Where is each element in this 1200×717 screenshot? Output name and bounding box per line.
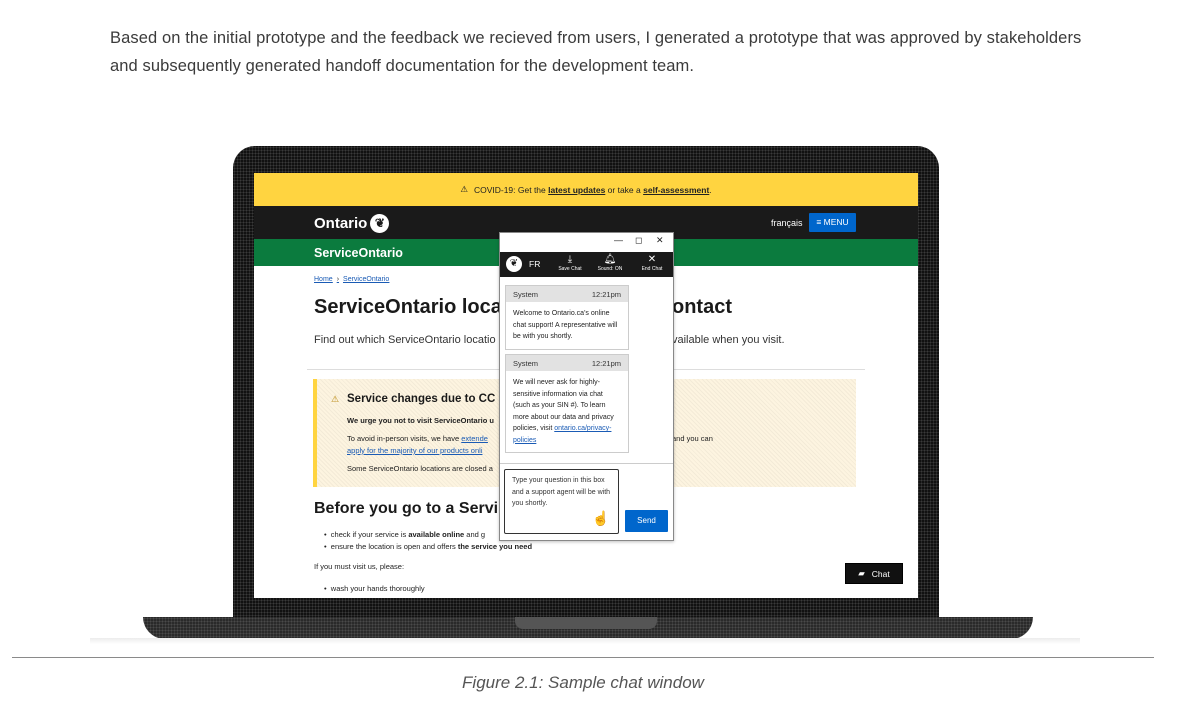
- latest-updates-link[interactable]: latest updates: [548, 185, 605, 195]
- message-time: 12:21pm: [591, 358, 621, 368]
- language-link[interactable]: français: [771, 218, 803, 228]
- message-sender: System: [513, 358, 539, 368]
- maximize-icon[interactable]: ◻: [635, 235, 642, 246]
- minimize-icon[interactable]: —: [614, 235, 623, 245]
- ontario-logo[interactable]: Ontario ❦: [314, 214, 390, 233]
- send-button[interactable]: Send: [625, 510, 668, 532]
- bell-icon: 🔔︎: [603, 254, 617, 265]
- chat-titlebar: — ◻ ✕: [500, 233, 673, 252]
- logo-text: Ontario: [314, 215, 368, 232]
- page-subtitle: Find out which ServiceOntario locatio: [314, 334, 496, 346]
- end-chat-label: End Chat: [641, 266, 663, 272]
- laptop-notch: [515, 617, 657, 629]
- hand-cursor-icon: ☝: [592, 510, 610, 526]
- intro-paragraph: Based on the initial prototype and the f…: [110, 29, 1082, 75]
- list-item: • check if your service is available onl…: [324, 530, 486, 539]
- laptop-shadow: [90, 638, 1080, 644]
- alert-title: Service changes due to CC: [347, 393, 496, 405]
- chat-message: System 12:21pm Welcome to Ontario.ca's on…: [505, 285, 629, 350]
- page-title: ServiceOntario loca: [314, 296, 502, 318]
- section-title: Before you go to a Servi: [314, 500, 499, 517]
- alert-line-text: To avoid in-person visits, we have: [347, 434, 460, 443]
- warning-icon: ⚠: [331, 394, 340, 404]
- sound-button[interactable]: 🔔︎ Sound: ON: [595, 254, 625, 272]
- close-icon: ✕: [647, 254, 657, 265]
- covid-banner: ⚠ COVID-19: Get the latest updates or ta…: [254, 173, 918, 206]
- list-item: • wash your hands thoroughly: [324, 584, 425, 593]
- message-time: 12:21pm: [591, 289, 621, 299]
- covid-text: COVID-19: Get the: [473, 184, 546, 195]
- page-subtitle-end: vailable when you visit.: [672, 334, 785, 346]
- close-icon[interactable]: ✕: [656, 235, 664, 246]
- trillium-icon: ❦: [506, 256, 522, 272]
- extended-link[interactable]: extende: [461, 434, 488, 443]
- self-assessment-link[interactable]: self-assessment: [643, 185, 709, 195]
- chat-window: — ◻ ✕ ❦ FR ⤓ Save Chat 🔔︎ Sound: ON ✕ En…: [499, 232, 674, 541]
- chat-message: System 12:21pm We will never ask for high…: [505, 354, 629, 453]
- message-text: Welcome to Ontario.ca's online chat supp…: [513, 310, 618, 340]
- save-icon: ⤓: [567, 254, 573, 265]
- menu-button[interactable]: ≡ MENU: [809, 213, 856, 232]
- alert-line-end: and you can: [672, 434, 713, 443]
- page-title-end: ontact: [672, 296, 732, 318]
- breadcrumb-home[interactable]: Home: [314, 276, 333, 283]
- chat-icon: ▰: [858, 568, 865, 578]
- apply-online-link[interactable]: apply for the majority of our products o…: [347, 446, 482, 455]
- save-chat-label: Save Chat: [558, 266, 582, 272]
- chat-divider: [500, 463, 673, 464]
- end-chat-button[interactable]: ✕ End Chat: [637, 254, 667, 272]
- alert-line: To avoid in-person visits, we have exten…: [347, 434, 488, 443]
- breadcrumb-current[interactable]: ServiceOntario: [343, 276, 389, 283]
- alert-line: Some ServiceOntario locations are closed…: [347, 464, 493, 473]
- warning-icon: ⚠: [460, 184, 468, 194]
- chevron-right-icon: ›: [336, 276, 340, 283]
- caption-rule: [12, 657, 1154, 658]
- covid-text-suffix: .: [709, 184, 712, 195]
- message-sender: System: [513, 289, 539, 299]
- message-text: We will never ask for highly-sensitive i…: [506, 371, 628, 452]
- figure-caption: Figure 2.1: Sample chat window: [462, 673, 704, 692]
- breadcrumb: Home › ServiceOntario: [314, 276, 389, 283]
- french-toggle[interactable]: FR: [529, 259, 540, 269]
- trillium-icon: ❦: [370, 214, 390, 233]
- chat-button[interactable]: ▰ Chat: [845, 563, 903, 584]
- instruction-text: If you must visit us, please:: [314, 562, 405, 571]
- chat-toolbar: ❦ FR ⤓ Save Chat 🔔︎ Sound: ON ✕ End Chat: [500, 252, 673, 277]
- chat-button-label: Chat: [871, 568, 890, 579]
- alert-line: We urge you not to visit ServiceOntario …: [347, 416, 494, 425]
- list-item: • ensure the location is open and offers…: [324, 542, 533, 551]
- covid-text-middle: or take a: [607, 184, 641, 195]
- save-chat-button[interactable]: ⤓ Save Chat: [555, 254, 585, 272]
- sound-label: Sound: ON: [597, 266, 623, 272]
